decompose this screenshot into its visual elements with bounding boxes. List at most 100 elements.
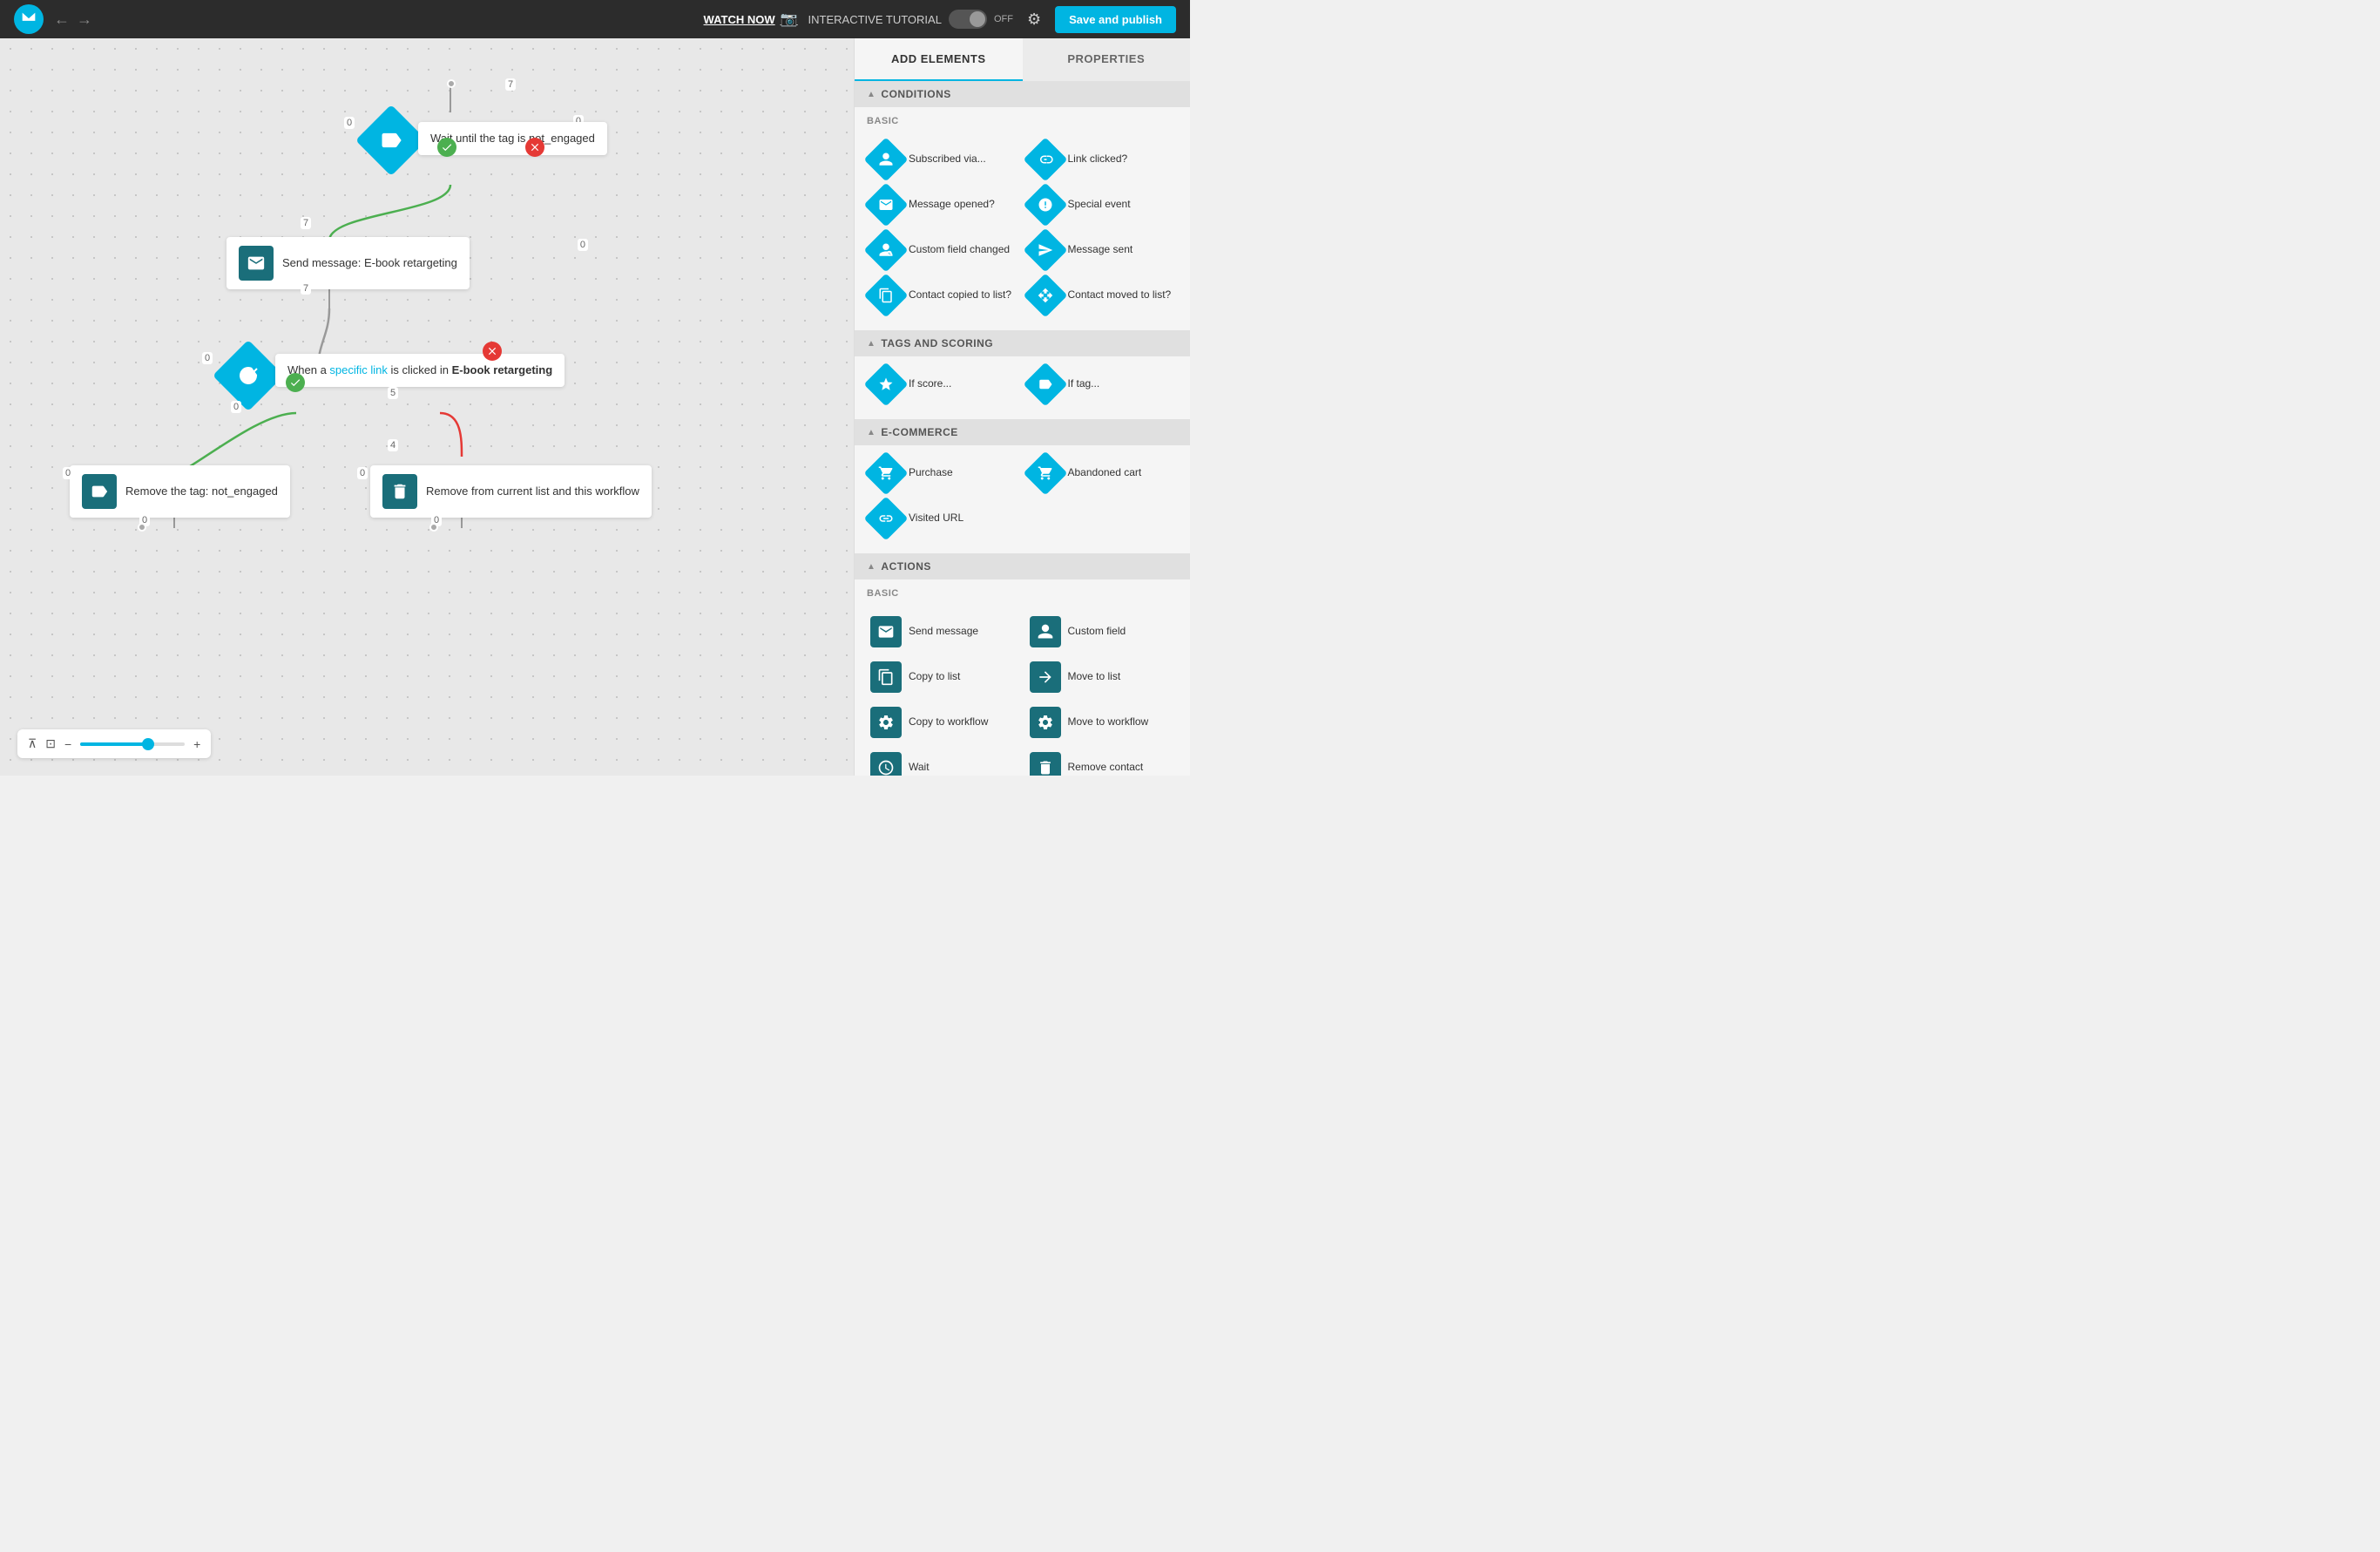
badge-remove-tag-left: 0 xyxy=(63,467,73,479)
move-to-workflow-icon xyxy=(1030,707,1061,738)
remove-tag-node[interactable]: Remove the tag: not_engaged xyxy=(70,465,290,518)
trash-icon xyxy=(382,474,417,509)
send-message-icon xyxy=(239,246,274,281)
action-move-to-workflow[interactable]: Move to workflow xyxy=(1023,700,1182,745)
contact-copied-icon xyxy=(864,274,909,318)
custom-field-action-icon xyxy=(1030,616,1061,647)
zoom-in-button[interactable]: + xyxy=(193,737,200,751)
badge-send-bottom: 7 xyxy=(301,282,311,295)
message-opened-icon xyxy=(864,183,909,227)
conditions-collapse-icon: ▲ xyxy=(867,90,876,99)
action-move-to-list[interactable]: Move to list xyxy=(1023,654,1182,700)
element-if-score[interactable]: If score... xyxy=(863,362,1023,407)
action-copy-to-list[interactable]: Copy to list xyxy=(863,654,1023,700)
save-publish-button[interactable]: Save and publish xyxy=(1055,6,1176,33)
badge-send-right: 0 xyxy=(578,239,588,251)
element-link-clicked[interactable]: Link clicked? xyxy=(1023,137,1182,182)
tab-properties[interactable]: PROPERTIES xyxy=(1023,38,1191,81)
badge-cond-no-bottom: 4 xyxy=(388,439,398,451)
wait-action-icon xyxy=(870,752,902,776)
link-clicked-icon xyxy=(1023,138,1067,182)
visited-url-icon xyxy=(864,497,909,541)
element-abandoned-cart[interactable]: Abandoned cart xyxy=(1023,451,1182,496)
remove-list-bottom-connector xyxy=(429,523,438,532)
badge-cond-yes: 0 xyxy=(231,401,241,413)
badge-wait-left: 0 xyxy=(344,117,355,129)
action-custom-field[interactable]: Custom field xyxy=(1023,609,1182,654)
action-wait[interactable]: Wait xyxy=(863,745,1023,776)
watch-now-button[interactable]: WATCH NOW 📷 xyxy=(704,10,798,28)
element-subscribed-via[interactable]: Subscribed via... xyxy=(863,137,1023,182)
badge-send-top: 7 xyxy=(301,217,311,229)
top-entry-connector xyxy=(447,79,456,88)
element-visited-url[interactable]: Visited URL xyxy=(863,496,1023,541)
remove-list-node[interactable]: Remove from current list and this workfl… xyxy=(370,465,652,518)
element-custom-field-changed[interactable]: ✎ Custom field changed xyxy=(863,227,1023,273)
custom-field-changed-icon: ✎ xyxy=(864,228,909,273)
ecommerce-grid: Purchase Abandoned cart Visited URL xyxy=(855,445,1190,546)
if-tag-icon xyxy=(1023,363,1067,407)
cond-yes-connector xyxy=(286,373,305,392)
badge-cond-left: 0 xyxy=(202,352,213,364)
undo-button[interactable]: ← xyxy=(54,10,70,29)
actions-section-header[interactable]: ▲ ACTIONS xyxy=(855,553,1190,579)
interactive-tutorial-control: INTERACTIVE TUTORIAL OFF xyxy=(808,10,1013,29)
element-special-event[interactable]: Special event xyxy=(1023,182,1182,227)
actions-grid: Send message Custom field Copy to list xyxy=(855,604,1190,776)
redo-button[interactable]: → xyxy=(77,10,92,29)
element-if-tag[interactable]: If tag... xyxy=(1023,362,1182,407)
svg-text:✎: ✎ xyxy=(888,252,891,256)
badge-remove-list-left: 0 xyxy=(357,467,368,479)
actions-collapse-icon: ▲ xyxy=(867,562,876,572)
copy-to-list-icon xyxy=(870,661,902,693)
remove-contact-icon xyxy=(1030,752,1061,776)
purchase-icon xyxy=(864,451,909,496)
abandoned-cart-icon xyxy=(1023,451,1067,496)
actions-basic-label: BASIC xyxy=(855,579,1190,604)
wait-node[interactable]: Wait until the tag is not_engaged xyxy=(366,115,555,148)
no-connector xyxy=(525,138,544,157)
send-message-action-icon xyxy=(870,616,902,647)
element-contact-moved-list[interactable]: Contact moved to list? xyxy=(1023,273,1182,318)
tab-add-elements[interactable]: ADD ELEMENTS xyxy=(855,38,1023,81)
top-navigation: ← → WATCH NOW 📷 INTERACTIVE TUTORIAL OFF… xyxy=(0,0,1190,38)
fullscreen-button[interactable]: ⊡ xyxy=(45,736,56,751)
conditions-basic-grid: Subscribed via... Link clicked? Message … xyxy=(855,132,1190,323)
badge-cond-no-left: 5 xyxy=(388,387,398,399)
element-message-sent[interactable]: Message sent xyxy=(1023,227,1182,273)
contact-moved-icon xyxy=(1023,274,1067,318)
ecommerce-section-header[interactable]: ▲ E-COMMERCE xyxy=(855,419,1190,445)
action-copy-to-workflow[interactable]: Copy to workflow xyxy=(863,700,1023,745)
element-purchase[interactable]: Purchase xyxy=(863,451,1023,496)
specific-link[interactable]: specific link xyxy=(329,363,387,376)
action-remove-contact[interactable]: Remove contact xyxy=(1023,745,1182,776)
move-to-list-icon xyxy=(1030,661,1061,693)
send-message-node[interactable]: Send message: E-book retargeting xyxy=(227,237,470,289)
tutorial-toggle[interactable] xyxy=(949,10,987,29)
conditions-section-header[interactable]: ▲ CONDITIONS xyxy=(855,81,1190,107)
badge-top: 7 xyxy=(505,78,516,91)
if-score-icon xyxy=(864,363,909,407)
tags-scoring-section-header[interactable]: ▲ TAGS AND SCORING xyxy=(855,330,1190,356)
right-panel: ADD ELEMENTS PROPERTIES ▲ CONDITIONS BAS… xyxy=(854,38,1190,776)
element-message-opened[interactable]: Message opened? xyxy=(863,182,1023,227)
subscribed-via-icon xyxy=(864,138,909,182)
fit-view-button[interactable]: ⊼ xyxy=(28,736,37,751)
zoom-slider[interactable] xyxy=(80,742,185,746)
cond-no-connector xyxy=(483,342,502,361)
camera-icon: 📷 xyxy=(781,10,798,28)
tags-scoring-grid: If score... If tag... xyxy=(855,356,1190,412)
basic-subsection-label: BASIC xyxy=(855,107,1190,132)
panel-tabs: ADD ELEMENTS PROPERTIES xyxy=(855,38,1190,81)
settings-gear-icon[interactable]: ⚙ xyxy=(1024,7,1045,32)
workflow-canvas[interactable]: 7 0 Wait until the tag is not_engaged 0 xyxy=(0,38,854,776)
condition-node[interactable]: When a specific link is clicked in E-boo… xyxy=(223,350,512,383)
message-sent-icon xyxy=(1023,228,1067,273)
zoom-out-button[interactable]: − xyxy=(64,737,71,751)
undo-redo-controls: ← → xyxy=(54,10,92,29)
ecommerce-collapse-icon: ▲ xyxy=(867,428,876,437)
action-send-message[interactable]: Send message xyxy=(863,609,1023,654)
copy-to-workflow-icon xyxy=(870,707,902,738)
canvas-zoom-controls: ⊼ ⊡ − + xyxy=(17,729,211,758)
element-contact-copied-list[interactable]: Contact copied to list? xyxy=(863,273,1023,318)
